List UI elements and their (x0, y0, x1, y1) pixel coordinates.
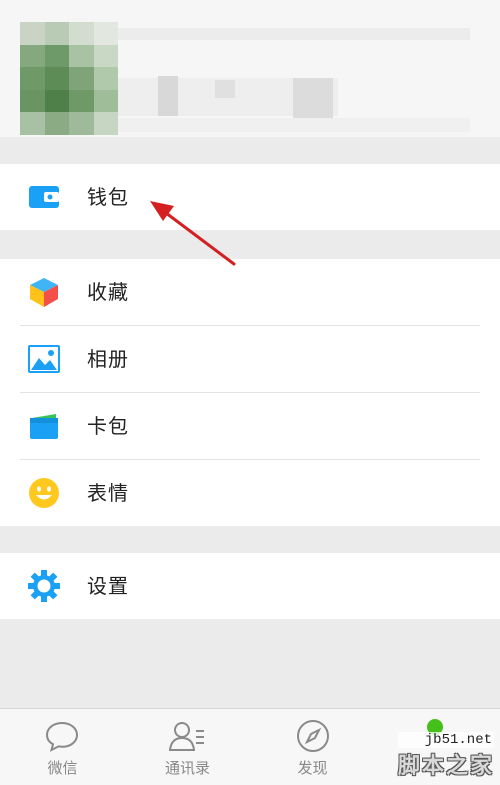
wallet-icon (28, 181, 60, 213)
contacts-icon (168, 719, 204, 753)
menu-item-album[interactable]: 相册 (0, 326, 500, 392)
tab-contacts-label: 通讯录 (164, 759, 210, 777)
profile-bottom-blur (118, 118, 470, 132)
profile-id-blur-dark (158, 76, 178, 116)
tab-contacts[interactable]: 通讯录 (125, 709, 250, 785)
menu-item-cards[interactable]: 卡包 (0, 393, 500, 459)
menu-item-favorites[interactable]: 收藏 (0, 259, 500, 325)
avatar (20, 22, 118, 135)
settings-group: 设置 (0, 553, 500, 619)
menu-item-settings[interactable]: 设置 (0, 553, 500, 619)
tab-chats-label: 微信 (47, 759, 78, 777)
cards-label: 卡包 (87, 414, 129, 438)
watermark-name: 脚本之家 (397, 754, 494, 779)
menu-item-stickers[interactable]: 表情 (0, 460, 500, 526)
profile-qr-blur (293, 78, 333, 118)
card-pack-icon (28, 410, 60, 442)
album-label: 相册 (87, 347, 129, 371)
watermark-url: jb51.net (397, 732, 494, 748)
wallet-group: 钱包 (0, 164, 500, 230)
profile-name-blur (118, 28, 470, 40)
smiley-icon (28, 477, 60, 509)
chat-bubble-icon (45, 719, 79, 753)
tab-chats[interactable]: 微信 (0, 709, 125, 785)
favorites-label: 收藏 (87, 280, 129, 304)
profile-header[interactable] (0, 0, 500, 137)
menu-item-wallet[interactable]: 钱包 (0, 164, 500, 230)
compass-icon (296, 719, 330, 753)
settings-label: 设置 (87, 574, 129, 598)
stickers-label: 表情 (87, 481, 129, 505)
tab-discover[interactable]: 发现 (250, 709, 375, 785)
watermark: jb51.net 脚本之家 (397, 732, 494, 780)
gear-icon (28, 570, 60, 602)
personal-group: 收藏 相册 卡包 表情 (0, 259, 500, 526)
picture-icon (28, 343, 60, 375)
wallet-label: 钱包 (87, 185, 129, 209)
tab-discover-label: 发现 (297, 759, 328, 777)
profile-id-blur-mid (215, 80, 235, 98)
cube-icon (28, 276, 60, 308)
